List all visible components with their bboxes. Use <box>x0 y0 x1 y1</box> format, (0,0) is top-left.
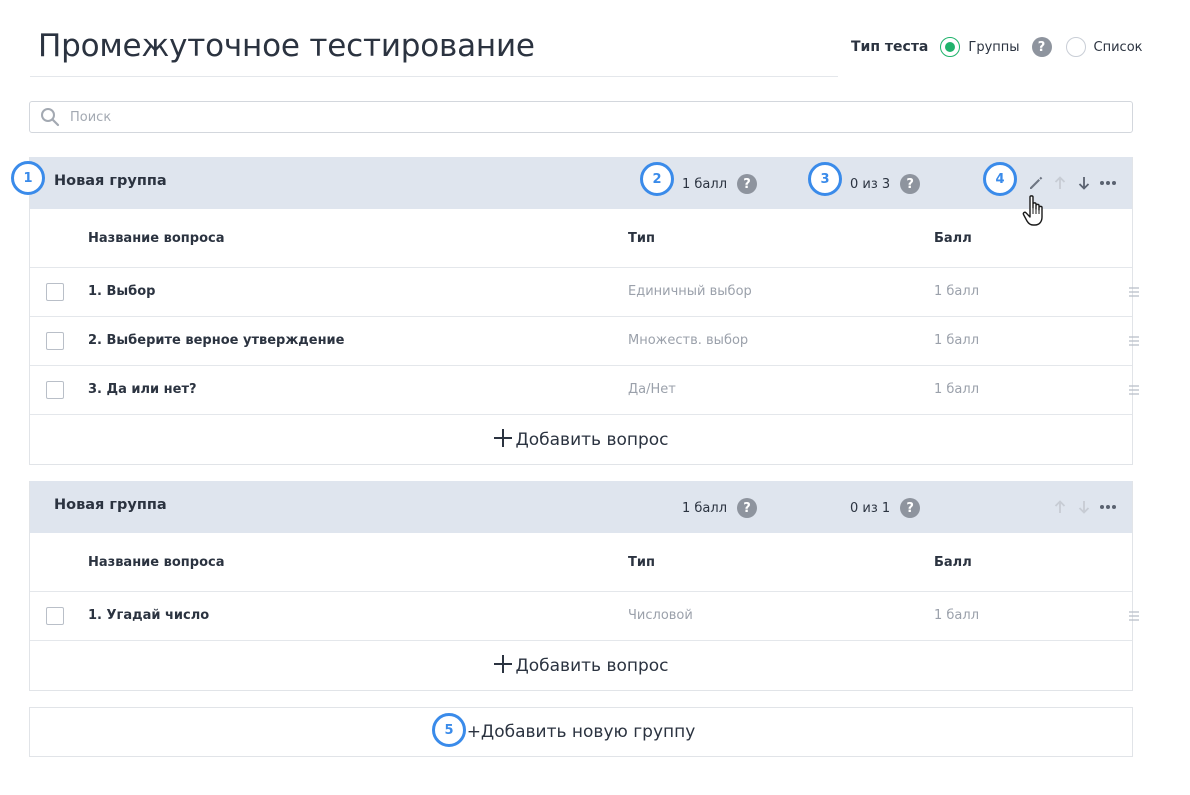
add-question-label: Добавить вопрос <box>515 429 669 450</box>
group-header: Новая группа 1 балл ? 0 из 1 ? <box>30 481 1132 533</box>
group-1: Новая группа 1 балл ? 0 из 3 ? Название … <box>29 157 1133 465</box>
drag-handle-icon[interactable] <box>1128 287 1140 297</box>
group-points: 1 балл ? <box>682 498 758 518</box>
group-name[interactable]: Новая группа <box>54 497 167 513</box>
help-icon[interactable]: ? <box>737 498 758 518</box>
add-question-button[interactable]: Добавить вопрос <box>30 641 1132 690</box>
row-checkbox[interactable] <box>46 332 64 350</box>
question-name[interactable]: 1. Угадай число <box>88 608 209 623</box>
group-points-value: 1 балл <box>682 500 728 516</box>
test-type-label: Тип теста <box>851 39 929 55</box>
radio-list[interactable] <box>1065 37 1086 57</box>
more-icon[interactable] <box>1096 497 1120 517</box>
group-count-value: 0 из 3 <box>850 176 891 192</box>
help-icon[interactable]: ? <box>737 174 758 194</box>
question-score: 1 балл <box>934 284 980 299</box>
add-question-button[interactable]: Добавить вопрос <box>30 415 1132 464</box>
group-question-count: 0 из 3 ? <box>850 174 921 194</box>
question-score: 1 балл <box>934 608 980 623</box>
question-score: 1 балл <box>934 382 980 397</box>
group-header: Новая группа 1 балл ? 0 из 3 ? <box>30 157 1132 209</box>
test-type-selector: Тип теста Группы ? Список <box>851 36 1155 58</box>
question-name[interactable]: 3. Да или нет? <box>88 382 197 397</box>
radio-list-label[interactable]: Список <box>1094 40 1143 55</box>
search-icon <box>41 108 60 127</box>
group-points: 1 балл ? <box>682 174 758 194</box>
column-score-header: Балл <box>934 231 972 246</box>
arrow-up-icon[interactable] <box>1048 173 1072 193</box>
row-checkbox[interactable] <box>46 607 64 625</box>
column-type-header: Тип <box>628 231 655 246</box>
arrow-down-icon[interactable] <box>1072 497 1096 517</box>
add-group-label: +Добавить новую группу <box>466 722 696 742</box>
group-actions <box>1024 173 1120 193</box>
question-type: Множеств. выбор <box>628 333 749 348</box>
group-2: Новая группа 1 балл ? 0 из 1 ? Название … <box>29 481 1133 691</box>
more-icon[interactable] <box>1096 173 1120 193</box>
plus-icon <box>493 428 513 452</box>
help-icon[interactable]: ? <box>900 498 921 518</box>
column-name-header: Название вопроса <box>88 231 225 246</box>
group-count-value: 0 из 1 <box>850 500 891 516</box>
page-title: Промежуточное тестирование <box>38 28 535 64</box>
row-checkbox[interactable] <box>46 381 64 399</box>
group-question-count: 0 из 1 ? <box>850 498 921 518</box>
column-type-header: Тип <box>628 555 655 570</box>
group-points-value: 1 балл <box>682 176 728 192</box>
pencil-icon-placeholder <box>1024 497 1048 517</box>
row-checkbox[interactable] <box>46 283 64 301</box>
group-actions <box>1024 497 1120 517</box>
table-header: Название вопроса Тип Балл <box>30 533 1132 592</box>
add-group-button[interactable]: +Добавить новую группу <box>29 707 1133 757</box>
title-underline <box>30 76 838 77</box>
arrow-down-icon[interactable] <box>1072 173 1096 193</box>
table-row[interactable]: 3. Да или нет? Да/Нет 1 балл <box>30 366 1132 415</box>
add-question-label: Добавить вопрос <box>515 655 669 676</box>
question-type: Числовой <box>628 608 693 623</box>
annotation-marker: 1 <box>11 161 45 195</box>
help-icon[interactable]: ? <box>900 174 921 194</box>
radio-groups[interactable] <box>940 37 961 57</box>
help-icon[interactable]: ? <box>1031 37 1052 57</box>
drag-handle-icon[interactable] <box>1128 336 1140 346</box>
question-name[interactable]: 2. Выберите верное утверждение <box>88 333 344 348</box>
radio-groups-label[interactable]: Группы <box>968 40 1019 55</box>
search-input[interactable] <box>70 109 970 125</box>
search-box[interactable] <box>29 101 1133 133</box>
hand-cursor-icon <box>1022 195 1043 226</box>
annotation-marker: 2 <box>640 162 674 196</box>
question-score: 1 балл <box>934 333 980 348</box>
table-row[interactable]: 1. Угадай число Числовой 1 балл <box>30 592 1132 641</box>
pencil-icon[interactable] <box>1024 173 1048 193</box>
drag-handle-icon[interactable] <box>1128 611 1140 621</box>
annotation-marker: 5 <box>432 713 466 747</box>
table-row[interactable]: 1. Выбор Единичный выбор 1 балл <box>30 268 1132 317</box>
question-name[interactable]: 1. Выбор <box>88 284 156 299</box>
table-row[interactable]: 2. Выберите верное утверждение Множеств.… <box>30 317 1132 366</box>
plus-icon <box>493 654 513 678</box>
arrow-up-icon[interactable] <box>1048 497 1072 517</box>
question-type: Единичный выбор <box>628 284 752 299</box>
column-score-header: Балл <box>934 555 972 570</box>
drag-handle-icon[interactable] <box>1128 385 1140 395</box>
question-type: Да/Нет <box>628 382 676 397</box>
column-name-header: Название вопроса <box>88 555 225 570</box>
group-name[interactable]: Новая группа <box>54 173 167 189</box>
table-header: Название вопроса Тип Балл <box>30 209 1132 268</box>
annotation-marker: 3 <box>808 162 842 196</box>
annotation-marker: 4 <box>983 162 1017 196</box>
